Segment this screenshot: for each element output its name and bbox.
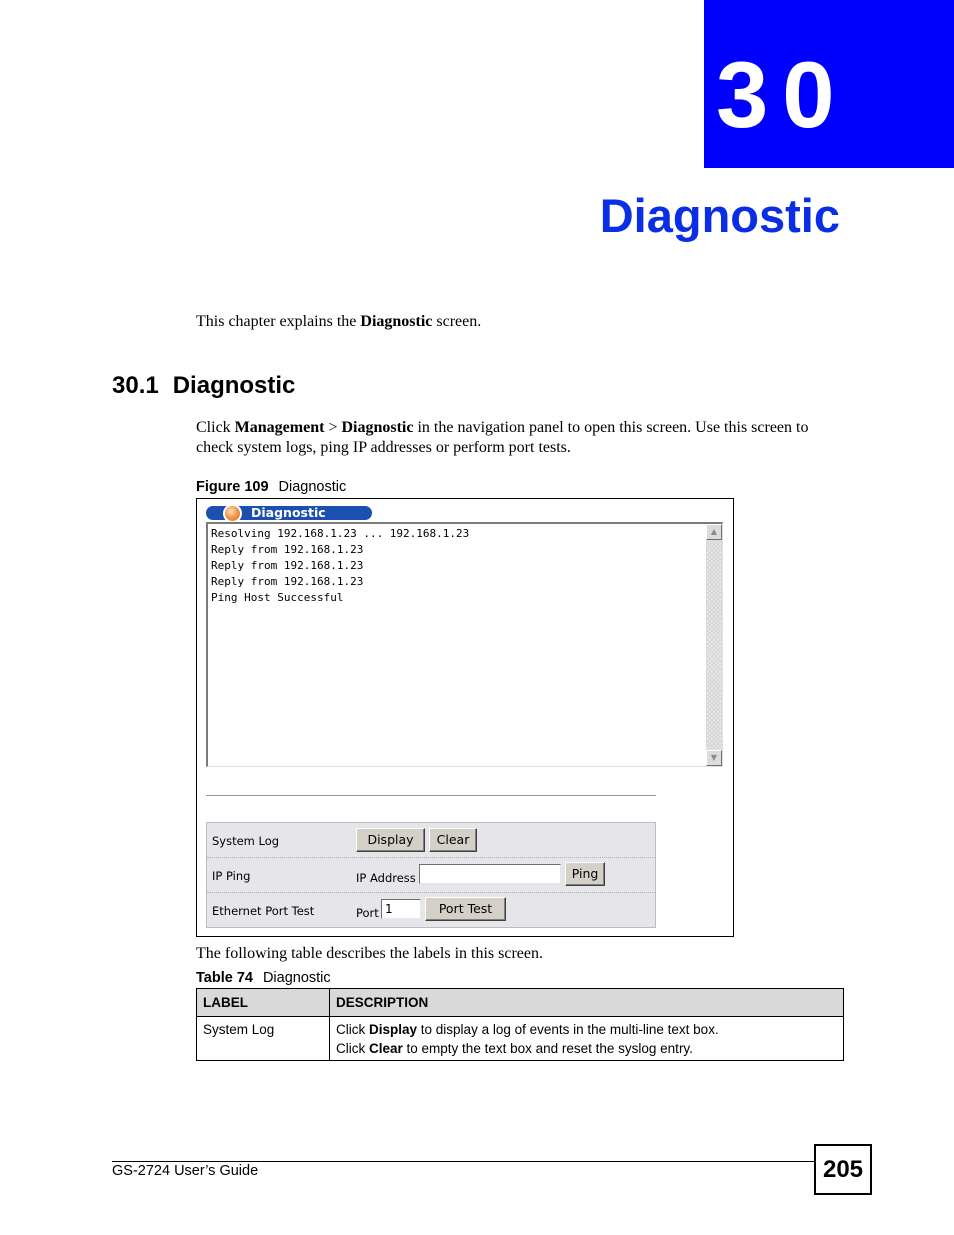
section-number: 30.1 [112,372,159,399]
body-text: Click [196,419,235,436]
log-line: Ping Host Successful [211,591,344,604]
port-test-row: Ethernet Port Test Port 1 Port Test [207,893,655,928]
diagnostic-controls: System Log Display Clear IP Ping IP Addr… [206,822,656,928]
log-textarea[interactable]: Resolving 192.168.1.23 ... 192.168.1.23 R… [206,522,723,767]
desc-text: Click [336,1041,369,1056]
desc-bold: Display [369,1022,418,1037]
desc-text: Click [336,1022,369,1037]
description-table: LABEL DESCRIPTION System Log Click Displ… [196,988,844,1061]
table-caption-label: Table 74 [196,970,253,986]
figure-caption-label: Figure 109 [196,479,269,495]
chapter-title: Diagnostic [599,189,840,242]
intro-text-end: screen. [432,313,482,330]
ip-ping-label: IP Ping [212,869,251,883]
ip-address-label: IP Address [356,871,416,885]
display-button[interactable]: Display [356,828,425,852]
system-log-label: System Log [212,834,280,848]
description-line: Click Clear to empty the text box and re… [336,1039,837,1058]
body-bold-management: Management [234,419,325,436]
scroll-up-arrow-icon[interactable]: ▲ [706,524,722,540]
desc-text: to display a log of events in the multi-… [417,1022,719,1037]
page-number: 205 [814,1144,872,1195]
ip-ping-row: IP Ping IP Address Ping [207,858,655,893]
desc-text: to empty the text box and reset the sysl… [402,1041,693,1056]
desc-bold: Clear [369,1041,403,1056]
description-line: Click Display to display a log of events… [336,1020,837,1039]
header-label: LABEL [196,988,330,1017]
section-heading: 30.1 Diagnostic [112,374,295,398]
intro-text: This chapter explains the [196,313,361,330]
orb-icon [223,504,242,523]
port-test-button[interactable]: Port Test [425,897,506,921]
log-line: Reply from 192.168.1.23 [211,543,364,556]
figure-caption-title: Diagnostic [278,479,347,495]
body-bold-diagnostic: Diagnostic [341,419,414,436]
divider [206,795,656,796]
port-input[interactable]: 1 [381,899,421,919]
log-line: Resolving 192.168.1.23 ... 192.168.1.23 [211,527,470,540]
body-text: > [324,419,342,436]
header-description: DESCRIPTION [329,988,844,1017]
ethernet-port-test-label: Ethernet Port Test [212,904,315,918]
table-caption: Table 74 Diagnostic [196,969,331,987]
port-label: Port [356,906,379,920]
figure-caption: Figure 109 Diagnostic [196,478,346,496]
screen-title: Diagnostic [251,505,326,520]
intro-bold: Diagnostic [360,313,433,330]
diagnostic-screenshot: Diagnostic Resolving 192.168.1.23 ... 19… [196,498,734,937]
ping-button[interactable]: Ping [565,862,605,886]
system-log-row: System Log Display Clear [207,823,655,858]
log-scrollbar[interactable]: ▲ ▼ [706,524,722,766]
log-line: Reply from 192.168.1.23 [211,575,364,588]
footer-guide-title: GS-2724 User’s Guide [112,1163,259,1179]
clear-button[interactable]: Clear [429,828,477,852]
chapter-number: 30 [716,42,849,147]
row-description: Click Display to display a log of events… [329,1016,844,1061]
row-label: System Log [196,1016,330,1061]
table-row: System Log Click Display to display a lo… [196,1016,844,1061]
table-caption-title: Diagnostic [262,970,331,986]
log-line: Reply from 192.168.1.23 [211,559,364,572]
table-intro: The following table describes the labels… [196,945,544,962]
intro-paragraph: This chapter explains the Diagnostic scr… [196,312,481,332]
section-body: Click Management > Diagnostic in the nav… [196,418,846,458]
table-header-row: LABEL DESCRIPTION [196,988,844,1017]
section-title: Diagnostic [172,372,296,399]
log-output: Resolving 192.168.1.23 ... 192.168.1.23 R… [211,526,469,606]
screen-title-bar: Diagnostic [206,504,372,523]
chapter-number-block: 30 [704,0,954,168]
scroll-down-arrow-icon[interactable]: ▼ [706,750,722,766]
ip-address-input[interactable] [419,864,561,884]
